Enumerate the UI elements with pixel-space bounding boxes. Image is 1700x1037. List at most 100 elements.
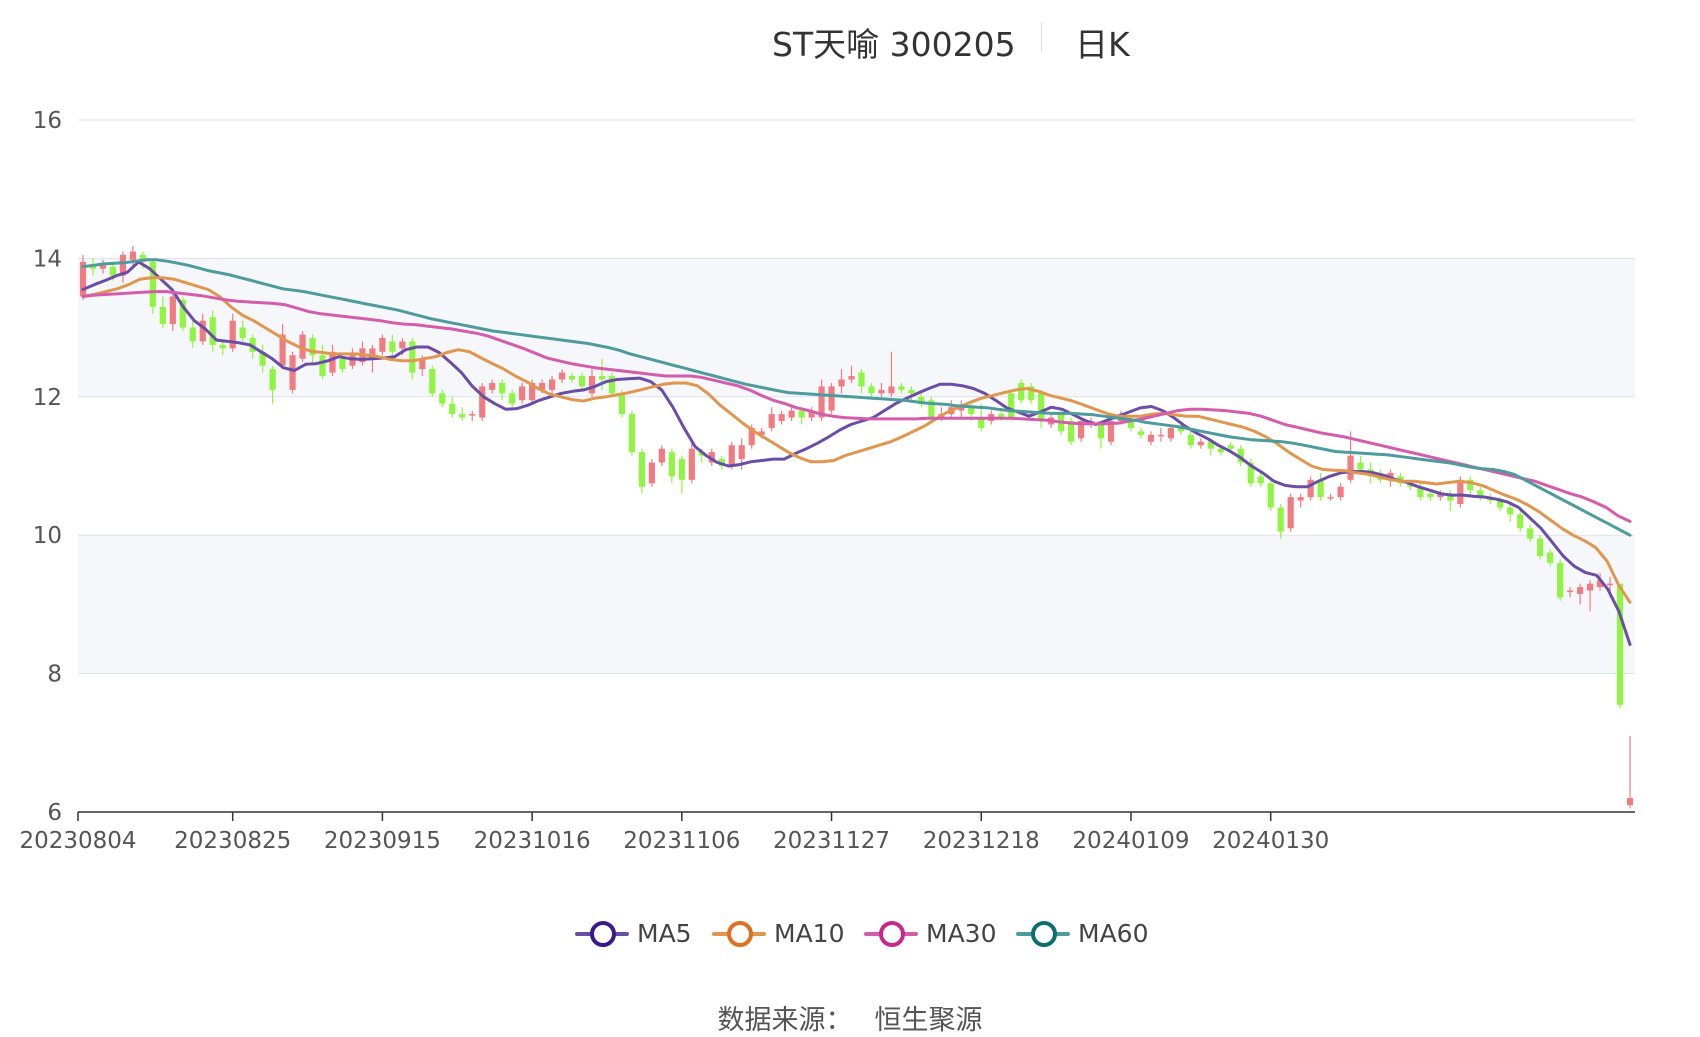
- candle-body: [838, 379, 845, 387]
- candle-body: [1357, 462, 1364, 470]
- candle-body: [648, 462, 655, 484]
- candle-body: [678, 459, 685, 480]
- data-source: 数据来源： 恒生聚源: [0, 998, 1700, 1037]
- candle-body: [1157, 434, 1165, 437]
- candle-body: [578, 376, 586, 387]
- candle-body: [169, 296, 176, 325]
- candle-body: [289, 355, 296, 390]
- plot-band: [78, 535, 1635, 674]
- source-label: 数据来源：: [717, 1005, 853, 1036]
- candle-body: [728, 445, 735, 466]
- candle-body: [239, 327, 246, 338]
- x-tick-label: 20230915: [324, 828, 441, 854]
- candle-body: [1097, 424, 1105, 439]
- candle-body: [1147, 434, 1155, 442]
- y-tick-label: 8: [47, 662, 62, 688]
- candle-body: [1337, 486, 1344, 498]
- candle-body: [339, 358, 346, 370]
- legend-marker-icon: [1031, 921, 1057, 947]
- candle-body: [479, 386, 486, 418]
- candle-body: [848, 376, 855, 380]
- candle-body: [1347, 455, 1354, 480]
- candle-body: [1327, 497, 1334, 499]
- x-tick-label: 20230804: [19, 828, 136, 854]
- candle-body: [1038, 393, 1045, 422]
- candle-body: [1018, 382, 1025, 401]
- candle-body: [219, 344, 226, 349]
- legend-marker-icon: [590, 921, 616, 947]
- legend-label: MA10: [774, 919, 845, 948]
- candle-body: [548, 379, 556, 390]
- legend-label: MA60: [1078, 919, 1149, 948]
- x-tick-label: 20231127: [773, 828, 890, 854]
- candle-body: [399, 341, 406, 349]
- candle-body: [1606, 583, 1614, 586]
- x-tick-label: 20231218: [923, 828, 1040, 854]
- candle-body: [878, 389, 885, 394]
- candle-body: [778, 414, 785, 422]
- candle-body: [129, 251, 136, 260]
- candle-body: [1257, 476, 1264, 484]
- legend-marker-icon: [727, 921, 753, 947]
- candle-body: [499, 382, 506, 394]
- candle-body: [668, 452, 675, 477]
- candle-body: [439, 393, 446, 404]
- candle-body: [1267, 483, 1274, 508]
- candle-body: [658, 448, 665, 463]
- y-tick-label: 6: [47, 800, 62, 826]
- x-tick-label: 20240109: [1072, 828, 1189, 854]
- candle-body: [509, 393, 516, 404]
- y-tick-label: 12: [33, 385, 62, 411]
- candle-body: [189, 327, 196, 342]
- legend-label: MA5: [637, 919, 692, 948]
- candle-body: [798, 410, 805, 418]
- candle-body: [379, 337, 386, 352]
- y-tick-label: 14: [33, 246, 62, 272]
- candle-body: [1457, 479, 1464, 505]
- candle-body: [269, 369, 276, 390]
- candle-body: [618, 393, 626, 415]
- candle-body: [888, 386, 895, 394]
- candle-body: [1287, 497, 1294, 529]
- legend-label: MA30: [926, 919, 997, 948]
- x-tick-label: 20240130: [1212, 828, 1329, 854]
- candle-body: [449, 403, 456, 415]
- candle-body: [558, 372, 566, 380]
- candle-body: [519, 386, 526, 401]
- x-tick-label: 20230825: [174, 828, 291, 854]
- candle-body: [1626, 798, 1634, 806]
- plot-band: [78, 258, 1635, 397]
- chart-legend: MA5 MA10 MA30 MA60: [0, 912, 1700, 956]
- candle-body: [1197, 441, 1204, 446]
- candle-body: [598, 376, 606, 380]
- plot-band: [78, 120, 1635, 259]
- candle-body: [568, 376, 576, 380]
- candlestick-chart: 6 8 10 12 14 16 20230804 20230825 20230915 202310…: [19, 108, 1635, 854]
- candle-body: [1616, 583, 1624, 705]
- candle-body: [868, 386, 875, 394]
- candle-body: [209, 317, 216, 345]
- candle-body: [1557, 562, 1564, 598]
- candle-body: [638, 452, 646, 487]
- candle-body: [908, 389, 915, 394]
- candle-body: [628, 414, 636, 453]
- candle-body: [489, 382, 496, 390]
- plot-band: [78, 673, 1635, 812]
- candle-body: [1427, 493, 1434, 498]
- candle-body: [1008, 393, 1015, 418]
- legend-marker-icon: [879, 921, 905, 947]
- candle-body: [429, 369, 436, 394]
- candle-body: [1537, 538, 1544, 556]
- candle-body: [1547, 552, 1554, 563]
- candle-body: [459, 414, 466, 418]
- candle-body: [1507, 507, 1514, 515]
- candle-body: [688, 448, 695, 480]
- candle-body: [1137, 431, 1145, 435]
- candle-body: [1586, 583, 1594, 591]
- candle-body: [1567, 590, 1574, 593]
- candle-body: [1167, 427, 1174, 439]
- candle-body: [1297, 497, 1304, 501]
- candle-body: [858, 372, 865, 387]
- candle-body: [788, 410, 795, 418]
- x-tick-label: 20231016: [474, 828, 591, 854]
